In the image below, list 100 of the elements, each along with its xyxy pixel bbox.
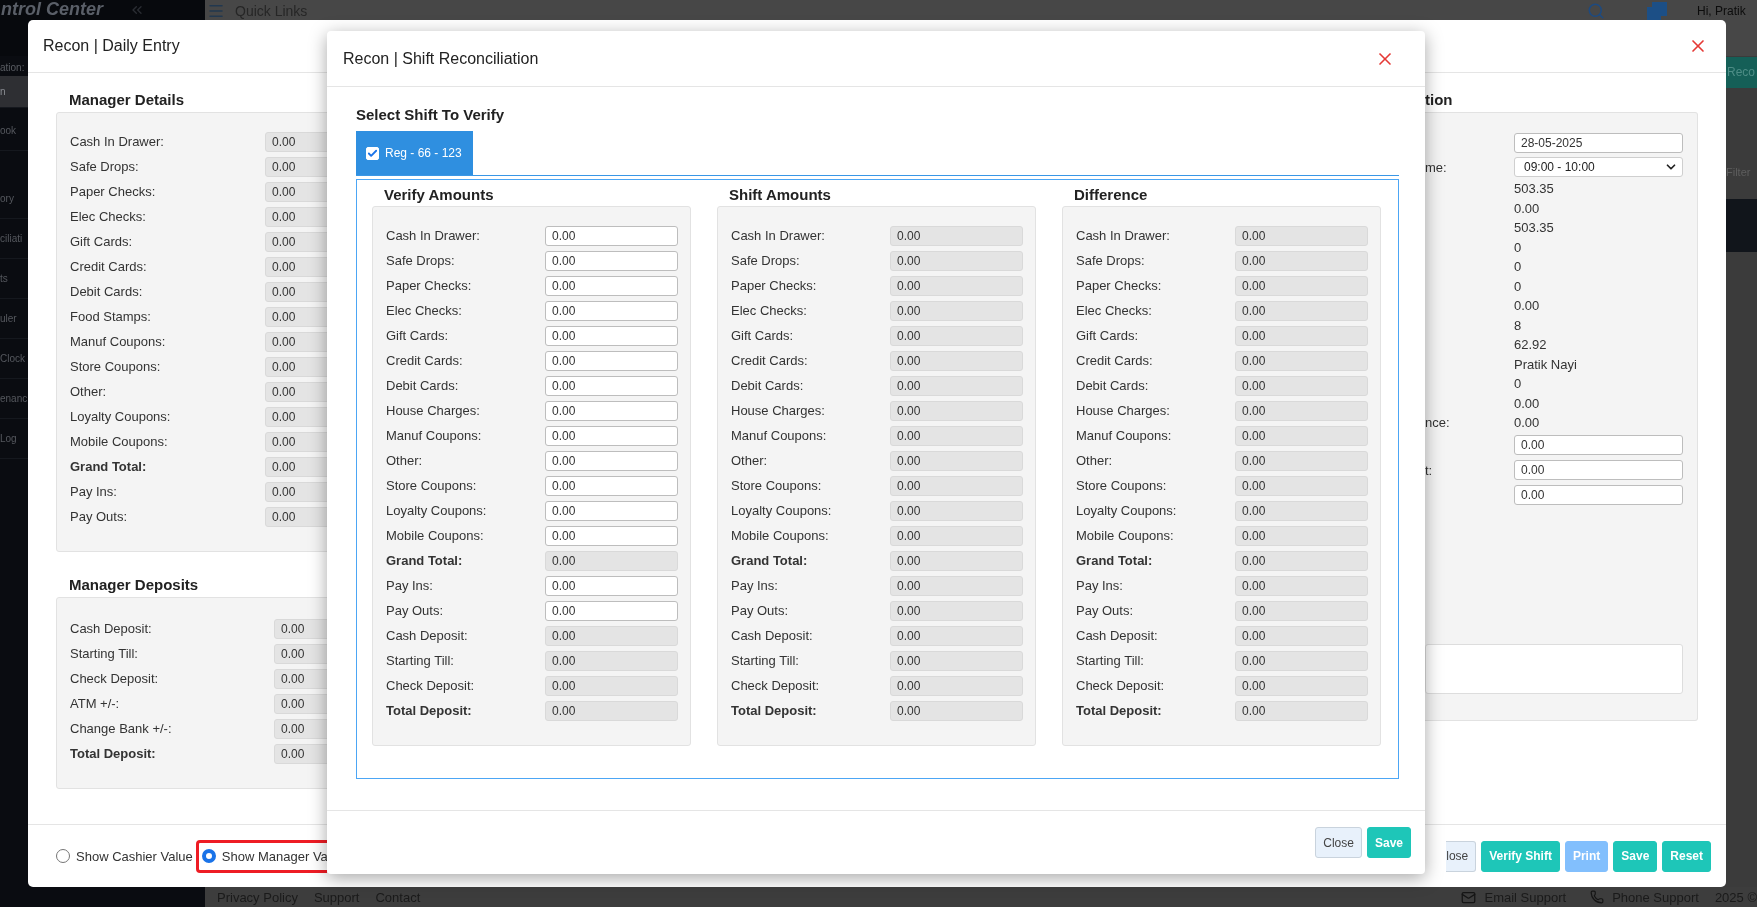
amount-field[interactable]: 0.00 — [545, 400, 678, 421]
amount-field[interactable]: 0.00 — [545, 425, 678, 446]
field-label: Cash Deposit: — [731, 628, 814, 643]
radio-label[interactable]: Show Manager Va — [221, 848, 327, 864]
field-label: Debit Cards: — [70, 284, 144, 299]
amount-field[interactable]: 0.00 — [265, 506, 327, 527]
amount-field[interactable]: 0.00 — [265, 381, 327, 402]
field-label: Mobile Coupons: — [731, 528, 830, 543]
time-select[interactable]: 09:00 - 10:00 — [1514, 157, 1683, 177]
amount-field[interactable]: 0.00 — [545, 325, 678, 346]
amount-field[interactable]: 0.00 — [265, 306, 327, 327]
mail-icon — [1461, 889, 1477, 905]
field-label: Safe Drops: — [386, 253, 456, 268]
amount-field[interactable]: 0.00 — [265, 456, 327, 477]
amount-field[interactable]: 0.00 — [265, 131, 327, 152]
amount-field[interactable]: 0.00 — [274, 743, 327, 764]
field-label: Cash In Drawer: — [1076, 228, 1171, 243]
field-label: Pay Outs: — [731, 603, 790, 618]
table-header — [1726, 199, 1757, 252]
radio-button[interactable] — [56, 849, 70, 863]
amount-field[interactable]: 0.00 — [545, 575, 678, 596]
field-label: Credit Cards: — [70, 259, 148, 274]
amount-field[interactable]: 0.00 — [274, 618, 327, 639]
amount-field[interactable]: 0.00 — [274, 668, 327, 689]
field-label: Store Coupons: — [386, 478, 478, 493]
amount-field: 0.00 — [890, 350, 1023, 371]
field-label: Check Deposit: — [1076, 678, 1166, 693]
amount-field: 0.00 — [1235, 675, 1368, 696]
section-heading: Manager Details — [69, 91, 186, 108]
amount-field[interactable]: 0.00 — [545, 300, 678, 321]
amount-field[interactable]: 0.00 — [274, 643, 327, 664]
action-button[interactable]: lose — [1446, 840, 1477, 872]
amount-field: 0.00 — [1235, 450, 1368, 471]
amount-field[interactable]: 0.00 — [265, 406, 327, 427]
field-value: 0.00 — [1514, 395, 1540, 411]
field-value: 0 — [1514, 259, 1522, 275]
field-label: Manuf Coupons: — [70, 334, 167, 349]
field-label: Paper Checks: — [1076, 278, 1163, 293]
amount-field[interactable]: 0.00 — [265, 356, 327, 377]
field-label: t: — [1425, 462, 1434, 478]
field-label: Check Deposit: — [731, 678, 821, 693]
amount-field[interactable]: 0.00 — [1514, 460, 1683, 480]
date-field[interactable]: 28-05-2025 — [1514, 133, 1683, 153]
amount-field[interactable]: 0.00 — [545, 450, 678, 471]
field-label: Safe Drops: — [70, 159, 140, 174]
amount-field: 0.00 — [1235, 600, 1368, 621]
amount-field[interactable]: 0.00 — [545, 275, 678, 296]
field-label: Cash Deposit: — [386, 628, 469, 643]
amount-field[interactable]: 0.00 — [545, 500, 678, 521]
amount-field[interactable]: 0.00 — [545, 350, 678, 371]
amount-field[interactable]: 0.00 — [274, 718, 327, 739]
field-label: Store Coupons: — [1076, 478, 1168, 493]
action-button[interactable]: Close — [1315, 827, 1362, 858]
amount-field[interactable]: 0.00 — [545, 250, 678, 271]
amount-field[interactable]: 0.00 — [1514, 485, 1683, 505]
amount-field: 0.00 — [890, 675, 1023, 696]
amount-field[interactable]: 0.00 — [1514, 435, 1683, 455]
amount-field[interactable]: 0.00 — [265, 256, 327, 277]
amount-field[interactable]: 0.00 — [545, 375, 678, 396]
field-label: Safe Drops: — [1076, 253, 1146, 268]
radio-button[interactable] — [201, 849, 216, 863]
amount-field[interactable]: 0.00 — [545, 225, 678, 246]
field-label: Credit Cards: — [1076, 353, 1154, 368]
field-label: Elec Checks: — [386, 303, 463, 318]
amount-field[interactable]: 0.00 — [265, 431, 327, 452]
amount-field[interactable]: 0.00 — [265, 281, 327, 302]
field-label: House Charges: — [386, 403, 481, 418]
amount-field[interactable]: 0.00 — [545, 525, 678, 546]
amount-field: 0.00 — [1235, 375, 1368, 396]
amount-field[interactable]: 0.00 — [545, 600, 678, 621]
field-label: Other: — [386, 453, 424, 468]
amount-field: 0.00 — [890, 600, 1023, 621]
amount-field[interactable]: 0.00 — [545, 475, 678, 496]
sidebar-item[interactable]: n — [0, 76, 28, 108]
amount-field: 0.00 — [1235, 250, 1368, 271]
checkbox[interactable] — [366, 146, 379, 160]
amount-field[interactable]: 0.00 — [265, 156, 327, 177]
field-label: Credit Cards: — [731, 353, 809, 368]
field-label: Starting Till: — [386, 653, 455, 668]
field-label: nce: — [1425, 415, 1451, 431]
amount-field: 0.00 — [890, 450, 1023, 471]
radio-label[interactable]: Show Cashier Value — [76, 848, 193, 864]
amount-field[interactable]: 0.00 — [265, 331, 327, 352]
amount-field[interactable]: 0.00 — [274, 693, 327, 714]
amount-field[interactable]: 0.00 — [265, 481, 327, 502]
brand-name: ntrol Center — [1, 0, 103, 19]
amount-field[interactable]: 0.00 — [265, 231, 327, 252]
field-label: Safe Drops: — [731, 253, 801, 268]
field-label: Pay Ins: — [70, 484, 118, 499]
notes-field[interactable] — [1425, 643, 1683, 694]
field-label: Cash Deposit: — [70, 621, 153, 636]
field-label: Gift Cards: — [70, 234, 134, 249]
field-label: Other: — [70, 384, 108, 399]
dialog-title: Recon | Daily Entry — [43, 37, 180, 55]
column-heading: Verify Amounts — [384, 186, 495, 203]
amount-field[interactable]: 0.00 — [265, 206, 327, 227]
field-label: Cash Deposit: — [1076, 628, 1159, 643]
field-label: Pay Outs: — [1076, 603, 1135, 618]
user-greeting: Hi, Pratik — [1697, 3, 1747, 20]
amount-field[interactable]: 0.00 — [265, 181, 327, 202]
